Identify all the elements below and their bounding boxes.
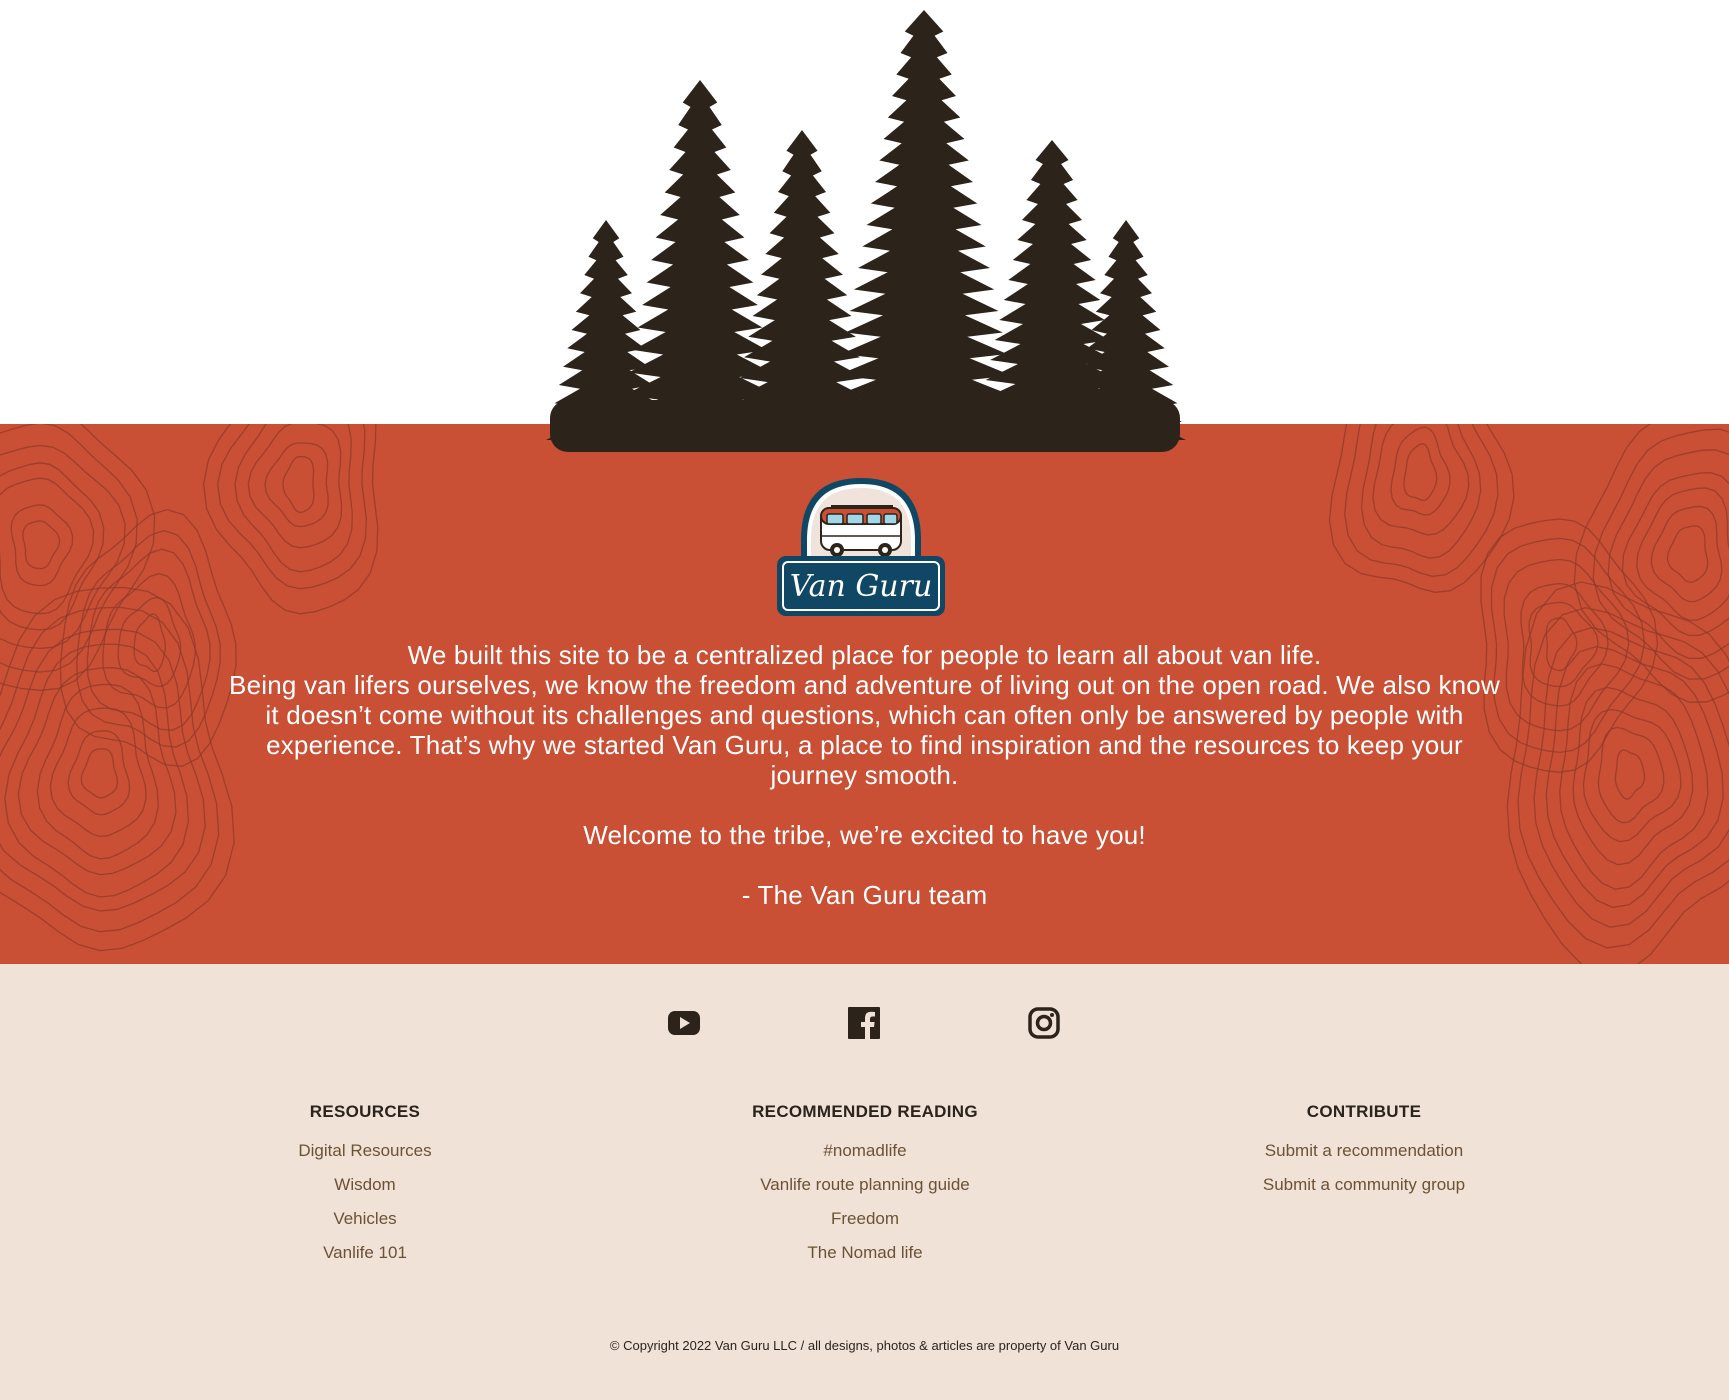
topo-contour-line [1650,505,1723,603]
topo-contour-line [0,606,220,933]
youtube-link[interactable] [667,1006,701,1040]
topo-contour-line [1582,708,1682,843]
facebook-icon [848,1007,880,1039]
resources-link-vehicles[interactable]: Vehicles [155,1202,575,1236]
topo-contour-line [1533,626,1729,928]
contribute-link-recommendation[interactable]: Submit a recommendation [1154,1134,1574,1168]
pine-trees-illustration [546,10,1186,452]
contribute-heading: CONTRIBUTE [1306,1102,1422,1121]
topo-contour-line [1666,525,1709,583]
topo-contour-line [0,586,235,952]
footer-reading-column: RECOMMENDED READING #nomadlife Vanlife r… [655,1100,1075,1270]
topo-contour-line [1390,426,1451,516]
topo-contour-line [0,462,105,631]
tree-line-base [550,400,1180,452]
topo-contour-line [264,442,329,528]
reading-link-nomad-life[interactable]: The Nomad life [655,1236,1075,1270]
reading-link-route-planning[interactable]: Vanlife route planning guide [655,1168,1075,1202]
resources-link-vanlife-101[interactable]: Vanlife 101 [155,1236,575,1270]
recommended-reading-heading: RECOMMENDED READING [752,1102,978,1121]
instagram-icon [1028,1007,1060,1039]
topo-contour-line [0,444,126,650]
topo-contour-line [1372,424,1470,536]
about-paragraph: Being van lifers ourselves, we know the … [229,670,1500,790]
reading-link-freedom[interactable]: Freedom [655,1202,1075,1236]
topo-contour-line [1403,443,1438,502]
topo-contour-line [102,572,196,709]
pine-tree-shape [824,10,1024,440]
topo-contour-line [247,424,343,549]
resources-link-wisdom[interactable]: Wisdom [155,1168,575,1202]
about-text: We built this site to be a centralized p… [220,640,1509,910]
topo-contour-line [80,748,119,799]
resources-heading: RESOURCES [309,1102,421,1121]
topo-contour-line [0,424,138,673]
footer-resources-column: RESOURCES Digital Resources Wisdom Vehic… [155,1100,575,1270]
about-signoff: - The Van Guru team [741,880,988,910]
van-guru-logo[interactable]: Van Guru [775,476,947,618]
topo-contour-line [1597,726,1665,824]
copyright-notice: © Copyright 2022 Van Guru LLC / all desi… [609,1338,1120,1353]
facebook-link[interactable] [847,1006,881,1040]
topo-contour-line [22,520,61,570]
about-welcome: Welcome to the tribe, we’re excited to h… [583,820,1146,850]
topo-contour-line [1614,749,1646,800]
topo-contour-line [36,683,159,860]
topo-contour-line [1636,487,1729,621]
topo-contour-line [133,613,166,673]
contribute-link-community-group[interactable]: Submit a community group [1154,1168,1574,1202]
topo-contour-line [234,424,353,573]
topo-contour-line [1592,428,1729,680]
topo-contour-line [10,504,74,587]
topo-contour-line [282,455,315,514]
topo-contour-line [1545,645,1724,909]
topo-contour-line [1520,582,1609,707]
reading-link-nomadlife[interactable]: #nomadlife [655,1134,1075,1168]
topo-contour-line [67,730,131,816]
youtube-icon [668,1011,700,1035]
topo-contour-line [1545,617,1578,672]
footer-contribute-column: CONTRIBUTE Submit a recommendation Submi… [1154,1100,1574,1202]
about-intro: We built this site to be a centralized p… [407,640,1322,670]
topo-contour-line [117,596,182,688]
resources-link-digital-resources[interactable]: Digital Resources [155,1134,575,1168]
instagram-link[interactable] [1027,1006,1061,1040]
camper-van-icon [820,505,902,557]
logo-text: Van Guru [790,569,933,604]
